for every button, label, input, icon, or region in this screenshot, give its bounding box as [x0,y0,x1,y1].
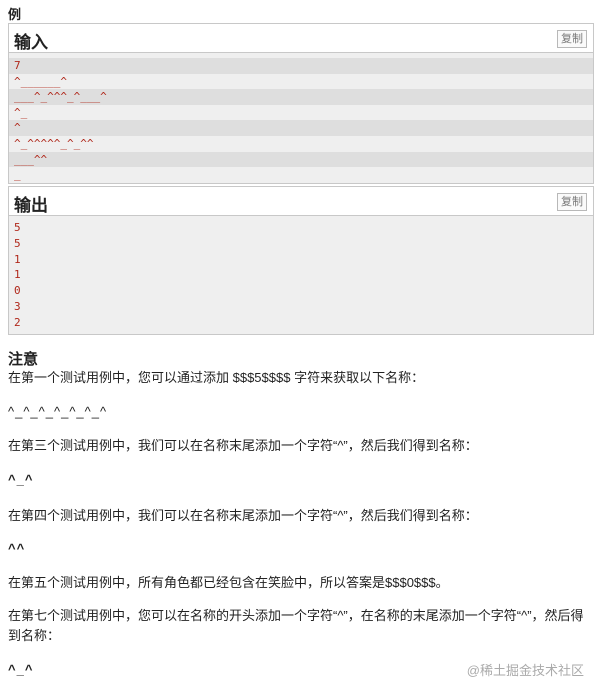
input-title: 输入 [14,33,48,52]
input-line: _ [14,168,21,182]
output-content: 5 5 1 1 0 3 2 [9,216,593,334]
note-paragraph: 在第五个测试用例中，所有角色都已经包含在笑脸中，所以答案是$$$0$$$。 [8,575,449,590]
note-face: ^_^ [8,472,34,487]
input-line: ^_ [14,105,28,119]
output-header: 输出 复制 [9,187,593,216]
note-title: 注意 [8,351,39,368]
note-paragraph: 在第四个测试用例中，我们可以在名称末尾添加一个字符“^”，然后我们得到名称： [8,508,478,523]
output-line: 3 [14,299,21,313]
input-line: 7 [9,58,593,74]
note-paragraph: 在第一个测试用例中，您可以通过添加 $$$5$$$$ 字符来获取以下名称： [8,370,425,385]
watermark: @稀土掘金技术社区 [466,663,584,678]
input-line: ^_^^^^^_^_^^ [14,136,94,150]
input-line: ^______^ [14,74,67,88]
input-header: 输入 复制 [9,24,593,53]
note-paragraph: 在第三个测试用例中，我们可以在名称末尾添加一个字符“^”，然后我们得到名称： [8,438,478,453]
note-face: ^_^ [8,662,34,677]
output-line: 0 [14,284,21,298]
note-face: ^_^_^_^_^_^_^ [8,404,108,419]
example-title: 例 [8,7,22,22]
note-paragraph: 在第七个测试用例中，您可以在名称的开头添加一个字符“^”，在名称的末尾添加一个字… [8,608,584,643]
input-box: 输入 复制 7 ^______^ ___^_^^^_^___^ ^_ ^ ^_^… [8,23,594,184]
input-content: 7 ^______^ ___^_^^^_^___^ ^_ ^ ^_^^^^^_^… [9,53,593,183]
output-title: 输出 [14,196,48,215]
output-line: 5 [14,221,21,234]
output-box: 输出 复制 5 5 1 1 0 3 2 [8,186,594,335]
copy-output-button[interactable]: 复制 [557,193,587,211]
copy-input-button[interactable]: 复制 [557,30,587,48]
output-line: 1 [14,252,21,266]
note-face: ^^ [8,541,26,556]
output-line: 2 [14,315,21,329]
input-line: ___^^ [9,151,593,168]
input-line: ^ [9,120,593,136]
output-line: 5 [14,236,21,250]
input-line: ___^_^^^_^___^ [9,89,593,105]
output-line: 1 [14,268,21,282]
